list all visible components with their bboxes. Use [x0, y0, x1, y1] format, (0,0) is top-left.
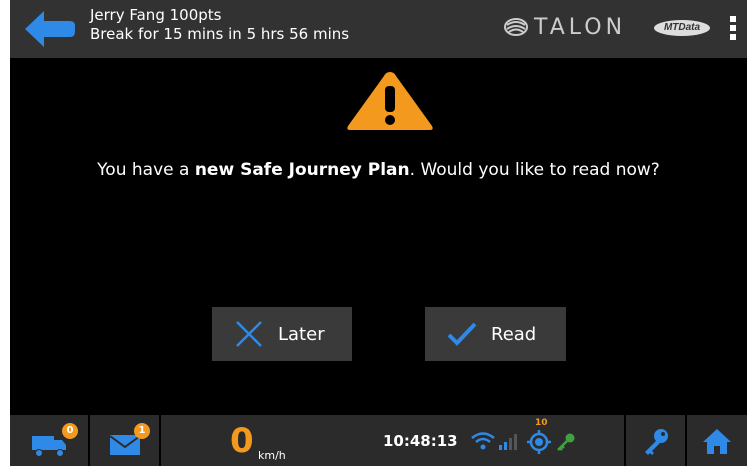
gps-satellite-count: 10 [535, 418, 548, 428]
later-button[interactable]: Later [212, 307, 352, 361]
jobs-badge: 0 [62, 423, 78, 439]
driver-name-points: Jerry Fang 100pts [90, 6, 222, 24]
break-reminder: Break for 15 mins in 5 hrs 56 mins [90, 25, 350, 43]
key-icon [557, 433, 575, 451]
back-button[interactable] [22, 8, 78, 50]
talon-logo-icon [504, 18, 528, 36]
home-button[interactable] [687, 415, 747, 466]
back-arrow-icon [25, 11, 75, 47]
key-icon [644, 428, 668, 455]
messages-button[interactable]: 1 [90, 415, 161, 466]
more-menu-icon[interactable] [726, 16, 740, 42]
dialog-message: You have a new Safe Journey Plan. Would … [10, 160, 747, 180]
bottom-status-bar: 0 1 0 km/h 10:48:13 10 [10, 415, 747, 466]
mtdata-text: MTData [663, 22, 701, 33]
wifi-icon [471, 432, 495, 450]
home-icon [703, 428, 731, 454]
speedometer: 0 km/h [230, 421, 286, 462]
speed-value: 0 [230, 421, 254, 461]
mtdata-logo: MTData [652, 19, 712, 37]
close-x-icon [236, 321, 262, 347]
signal-icon [499, 434, 517, 450]
messages-badge: 1 [134, 423, 150, 439]
app-screen: Jerry Fang 100pts Break for 15 mins in 5… [10, 0, 747, 466]
read-label: Read [491, 323, 537, 345]
warning-icon [347, 72, 433, 130]
checkmark-icon [447, 322, 477, 346]
talon-logo: TALON [504, 12, 626, 42]
message-highlight: new Safe Journey Plan [194, 160, 410, 180]
gps-icon [527, 430, 551, 454]
driver-info: Jerry Fang 100pts Break for 15 mins in 5… [90, 6, 349, 44]
jobs-button[interactable]: 0 [10, 415, 90, 466]
speed-unit: km/h [258, 449, 286, 462]
header-bar: Jerry Fang 100pts Break for 15 mins in 5… [10, 0, 747, 58]
message-suffix: . Would you like to read now? [409, 160, 660, 180]
truck-icon [32, 435, 66, 457]
clock: 10:48:13 [383, 432, 458, 450]
brand-text: TALON [534, 14, 627, 40]
login-button[interactable] [624, 415, 687, 466]
read-button[interactable]: Read [425, 307, 566, 361]
message-prefix: You have a [97, 160, 195, 180]
later-label: Later [278, 323, 325, 345]
